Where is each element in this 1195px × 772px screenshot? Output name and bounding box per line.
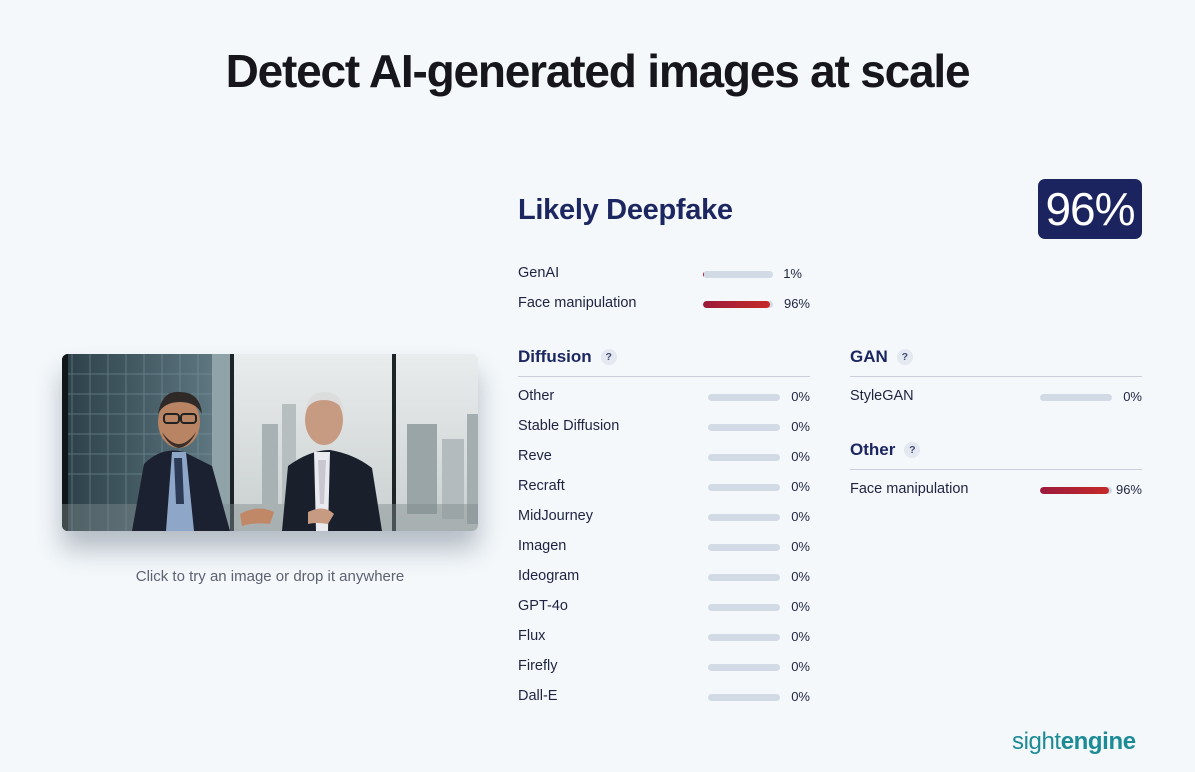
progress-bar bbox=[1040, 394, 1112, 401]
result-row: Flux 0% bbox=[518, 627, 810, 647]
row-value: 0% bbox=[791, 689, 810, 704]
section-divider bbox=[518, 376, 810, 377]
section-title-diffusion: Diffusion? bbox=[518, 347, 617, 367]
result-row: Dall-E 0% bbox=[518, 687, 810, 707]
result-row: Firefly 0% bbox=[518, 657, 810, 677]
progress-bar bbox=[703, 271, 773, 278]
result-row: Other 0% bbox=[518, 387, 810, 407]
row-value: 0% bbox=[791, 659, 810, 674]
section-title-text: Other bbox=[850, 440, 896, 459]
progress-bar bbox=[708, 574, 780, 581]
upload-hint[interactable]: Click to try an image or drop it anywher… bbox=[62, 568, 478, 585]
row-value: 0% bbox=[791, 509, 810, 524]
progress-bar bbox=[703, 301, 773, 308]
row-value: 96% bbox=[1115, 482, 1142, 497]
row-label: Reve bbox=[518, 448, 552, 464]
row-label: Stable Diffusion bbox=[518, 418, 620, 434]
progress-bar bbox=[708, 664, 780, 671]
progress-bar bbox=[1040, 487, 1112, 494]
progress-bar bbox=[708, 694, 780, 701]
row-value: 96% bbox=[783, 296, 810, 311]
row-value: 0% bbox=[791, 539, 810, 554]
progress-bar bbox=[708, 454, 780, 461]
section-divider bbox=[850, 376, 1142, 377]
business-meeting-photo bbox=[62, 354, 478, 531]
row-label: Ideogram bbox=[518, 568, 580, 584]
row-label: Face manipulation bbox=[850, 481, 969, 497]
sample-image[interactable] bbox=[62, 354, 478, 531]
progress-bar bbox=[708, 424, 780, 431]
help-icon[interactable]: ? bbox=[904, 442, 921, 458]
progress-bar bbox=[708, 604, 780, 611]
result-row: Recraft 0% bbox=[518, 477, 810, 497]
sightengine-logo[interactable]: sightengine bbox=[1012, 728, 1136, 756]
row-label: Dall-E bbox=[518, 688, 558, 704]
row-value: 0% bbox=[791, 569, 810, 584]
progress-bar bbox=[708, 514, 780, 521]
row-value: 0% bbox=[791, 629, 810, 644]
section-title-text: Diffusion bbox=[518, 347, 592, 366]
result-row: Face manipulation 96% bbox=[850, 480, 1142, 500]
row-label: MidJourney bbox=[518, 508, 593, 524]
row-label: Flux bbox=[518, 628, 546, 644]
row-label: StyleGAN bbox=[850, 388, 914, 404]
row-label: GenAI bbox=[518, 265, 560, 281]
row-value: 0% bbox=[791, 389, 810, 404]
progress-bar bbox=[708, 484, 780, 491]
row-value: 1% bbox=[783, 266, 802, 281]
row-label: Other bbox=[518, 388, 555, 404]
row-label: Firefly bbox=[518, 658, 558, 674]
row-value: 0% bbox=[791, 479, 810, 494]
result-row: Ideogram 0% bbox=[518, 567, 810, 587]
progress-fill bbox=[703, 301, 771, 308]
section-title-other: Other? bbox=[850, 440, 921, 460]
summary-row-face-manipulation: Face manipulation 96% bbox=[518, 294, 810, 314]
help-icon[interactable]: ? bbox=[896, 349, 913, 365]
section-title-text: GAN bbox=[850, 347, 888, 366]
brand-part-1: sight bbox=[1012, 728, 1061, 755]
progress-bar bbox=[708, 634, 780, 641]
brand-part-2: engine bbox=[1060, 728, 1136, 755]
result-row: StyleGAN 0% bbox=[850, 387, 1142, 407]
row-label: Imagen bbox=[518, 538, 567, 554]
result-row: Reve 0% bbox=[518, 447, 810, 467]
score-badge: 96% bbox=[1038, 179, 1142, 239]
row-value: 0% bbox=[791, 599, 810, 614]
row-label: Face manipulation bbox=[518, 295, 637, 311]
help-icon[interactable]: ? bbox=[600, 349, 617, 365]
section-title-gan: GAN? bbox=[850, 347, 913, 367]
summary-row-genai: GenAI 1% bbox=[518, 264, 810, 284]
row-label: GPT-4o bbox=[518, 598, 568, 614]
row-value: 0% bbox=[791, 419, 810, 434]
row-value: 0% bbox=[791, 449, 810, 464]
page-headline: Detect AI-generated images at scale bbox=[225, 45, 971, 97]
result-row: GPT-4o 0% bbox=[518, 597, 810, 617]
progress-fill bbox=[1040, 487, 1110, 494]
progress-bar bbox=[708, 394, 780, 401]
result-row: Imagen 0% bbox=[518, 537, 810, 557]
result-row: Stable Diffusion 0% bbox=[518, 417, 810, 437]
result-row: MidJourney 0% bbox=[518, 507, 810, 527]
section-divider bbox=[850, 469, 1142, 470]
progress-bar bbox=[708, 544, 780, 551]
row-value: 0% bbox=[1123, 389, 1142, 404]
progress-fill bbox=[703, 271, 704, 278]
verdict-title: Likely Deepfake bbox=[518, 194, 733, 226]
row-label: Recraft bbox=[518, 478, 565, 494]
